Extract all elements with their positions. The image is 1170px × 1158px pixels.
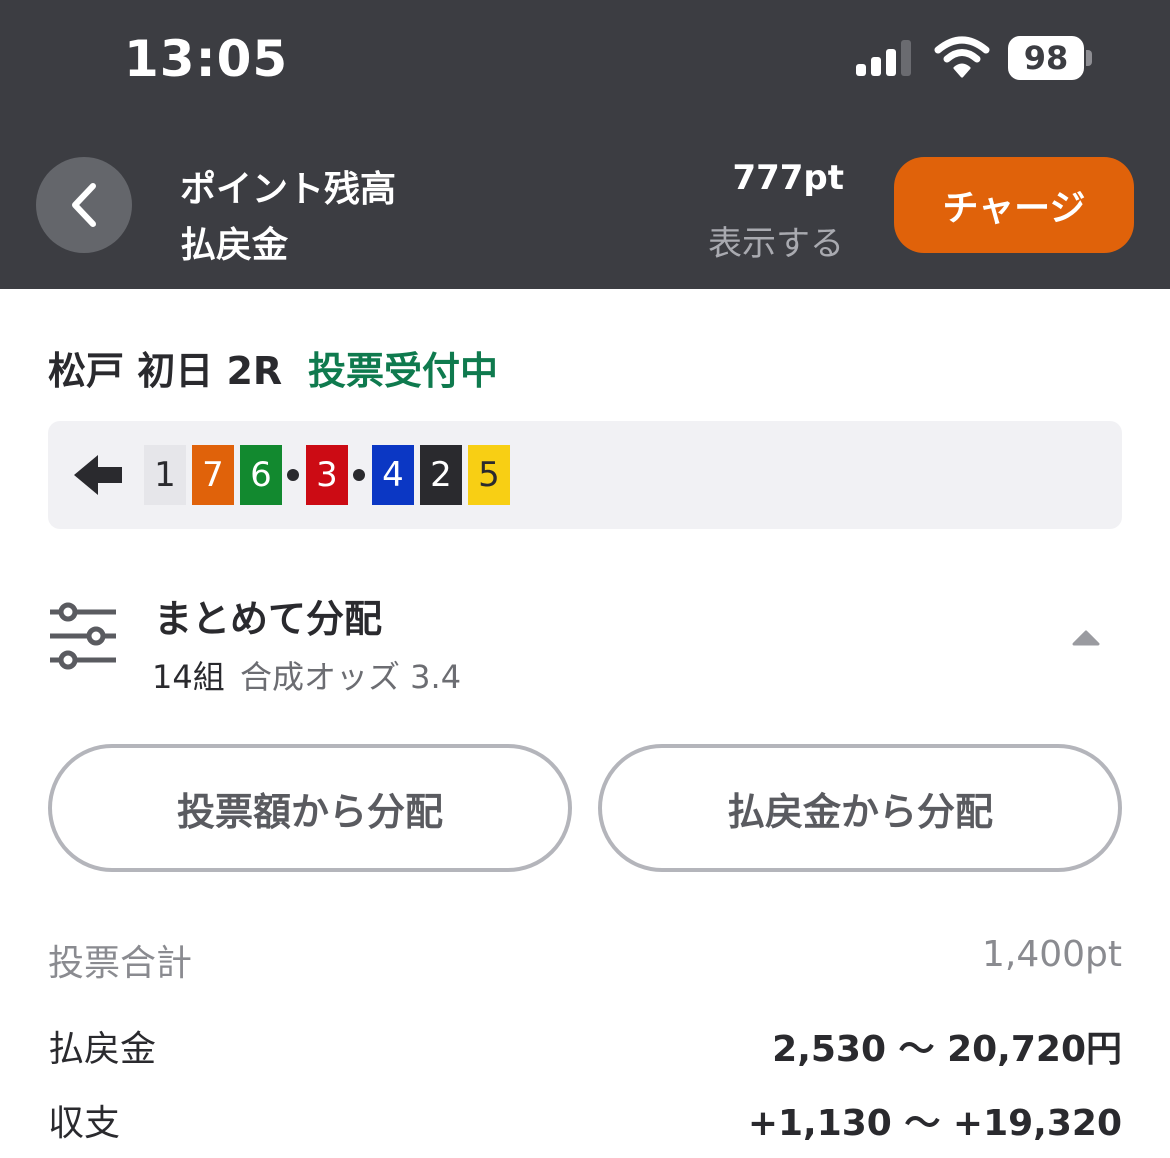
cellular-signal-icon	[856, 40, 912, 76]
lineup-position-6: 6	[240, 445, 282, 505]
wifi-icon	[934, 36, 990, 78]
total-bet-label: 投票合計	[48, 943, 193, 984]
chevron-left-icon	[72, 183, 96, 227]
battery-tip	[1086, 50, 1092, 66]
race-lineup: 1763425	[48, 421, 1122, 529]
lineup-position-3: 3	[306, 445, 348, 505]
refund-range-label: 払戻金	[48, 1029, 157, 1070]
chevron-up-icon[interactable]	[1072, 628, 1100, 646]
combination-count: 14組	[152, 658, 225, 696]
lineup-separator-dot	[287, 469, 299, 481]
lineup-position-2: 2	[420, 445, 462, 505]
race-title: 松戸 初日 2R	[48, 349, 283, 393]
balance-label: 収支	[48, 1103, 121, 1144]
charge-button[interactable]: チャージ	[894, 157, 1134, 253]
refund-range-value: 2,530 〜 20,720円	[772, 1029, 1122, 1070]
back-button[interactable]	[36, 157, 132, 253]
combined-odds: 合成オッズ 3.4	[240, 658, 462, 696]
lineup-position-5: 5	[468, 445, 510, 505]
arrow-left-icon	[74, 455, 122, 495]
balance-value: +1,130 〜 +19,320	[747, 1103, 1122, 1144]
sliders-icon	[50, 602, 116, 670]
lineup-position-1: 1	[144, 445, 186, 505]
battery-level: 98	[1008, 36, 1084, 80]
total-bet-value: 1,400pt	[981, 934, 1122, 975]
distribute-by-refund-button[interactable]: 払戻金から分配	[598, 744, 1122, 872]
race-status: 投票受付中	[308, 349, 499, 393]
show-refund-link[interactable]: 表示する	[708, 216, 844, 265]
points-balance-value: 777pt	[732, 158, 844, 198]
status-bar: 13:05 98	[0, 0, 1170, 120]
app-header: ポイント残高 払戻金 777pt 表示する チャージ	[0, 120, 1170, 289]
status-time: 13:05	[124, 30, 289, 88]
distribution-title: まとめて分配	[154, 597, 383, 641]
points-balance-label: ポイント残高	[180, 169, 397, 210]
refund-label: 払戻金	[180, 225, 289, 266]
lineup-separator-dot	[353, 469, 365, 481]
lineup-position-7: 7	[192, 445, 234, 505]
distribute-by-amount-button[interactable]: 投票額から分配	[48, 744, 572, 872]
lineup-position-4: 4	[372, 445, 414, 505]
